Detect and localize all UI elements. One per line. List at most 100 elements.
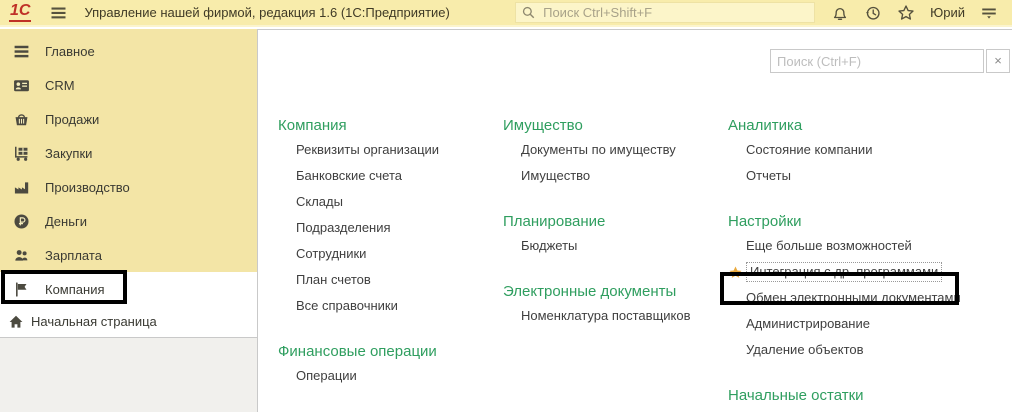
sidebar-item-label: Компания (45, 282, 105, 297)
sidebar-empty-area (0, 338, 257, 412)
sidebar-item-home[interactable]: Начальная страница (0, 306, 257, 338)
command-link[interactable]: Склады (278, 189, 483, 215)
sidebar-item-zarplata[interactable]: Зарплата (0, 238, 257, 272)
command-link-label: Все справочники (296, 298, 398, 313)
sections-panel: Главное CRM Продажи Закупки Производство День… (0, 29, 257, 412)
sidebar-item-kompaniya[interactable]: Компания (0, 272, 257, 306)
sidebar-item-proizvodstvo[interactable]: Производство (0, 170, 257, 204)
notifications-bell-icon[interactable] (831, 4, 849, 22)
section-search: × (770, 49, 1010, 73)
command-group: Начальные остатки (728, 385, 1012, 407)
favorites-star-icon[interactable] (897, 4, 915, 22)
sidebar-item-label: Закупки (45, 146, 92, 161)
command-link-label: Документы по имуществу (521, 142, 676, 157)
command-link-label: Сотрудники (296, 246, 366, 261)
commands-column-2: ИмуществоДокументы по имуществуИмущество… (503, 115, 715, 337)
command-link[interactable]: Документы по имуществу (503, 137, 715, 163)
search-icon (521, 5, 536, 20)
factory-icon (13, 179, 30, 196)
titlebar-actions: Юрий (831, 4, 998, 22)
app-window: 1С Управление нашей фирмой, редакция 1.6… (0, 0, 1012, 412)
sidebar-item-label: Зарплата (45, 248, 102, 263)
main-menu-icon[interactable] (49, 5, 68, 21)
sidebar-item-glavnoe[interactable]: Главное (0, 34, 257, 68)
basket-icon (13, 111, 30, 128)
command-group-title: Компания (278, 115, 483, 137)
command-link-label: Отчеты (746, 168, 791, 183)
command-group: Аналитика Состояние компании Отчеты (728, 115, 1012, 189)
command-link[interactable]: Отчеты (728, 163, 1012, 189)
command-link-label: Склады (296, 194, 343, 209)
sidebar-item-label: Производство (45, 180, 130, 195)
history-clock-icon[interactable] (864, 4, 882, 22)
sidebar-item-zakupki[interactable]: Закупки (0, 136, 257, 170)
close-search-button[interactable]: × (986, 49, 1010, 73)
home-icon (8, 314, 24, 330)
command-group-title: Аналитика (728, 115, 1012, 137)
command-link-label: Номенклатура поставщиков (521, 308, 691, 323)
commands-column-3: Аналитика Состояние компании Отчеты Настрой… (728, 115, 1012, 412)
commands-column-1: Компания Реквизиты организации Банковские … (278, 115, 483, 397)
command-link[interactable]: Бюджеты (503, 233, 715, 259)
command-link[interactable]: Все справочники (278, 293, 483, 319)
favorite-star-icon (728, 265, 743, 280)
sidebar-item-label: CRM (45, 78, 75, 93)
sidebar-item-label: Продажи (45, 112, 99, 127)
command-link[interactable]: Имущество (503, 163, 715, 189)
sections-list: Главное CRM Продажи Закупки Производство День… (0, 29, 257, 306)
command-link[interactable]: Еще больше возможностей (728, 233, 1012, 259)
command-link-label: Удаление объектов (746, 342, 864, 357)
sidebar-item-dengi[interactable]: Деньги (0, 204, 257, 238)
section-search-input[interactable] (770, 49, 984, 73)
command-link-label: План счетов (296, 272, 371, 287)
command-link[interactable]: Администрирование (728, 311, 1012, 337)
command-link[interactable]: Удаление объектов (728, 337, 1012, 363)
command-link-label: Состояние компании (746, 142, 872, 157)
crm-card-icon (13, 77, 30, 94)
global-search-box[interactable] (515, 2, 815, 23)
command-link[interactable]: Банковские счета (278, 163, 483, 189)
command-group: Компания Реквизиты организации Банковские … (278, 115, 483, 319)
command-link[interactable]: Обмен электронными документами (728, 285, 1012, 311)
command-link-label: Еще больше возможностей (746, 238, 912, 253)
command-group-title: Финансовые операции (278, 341, 483, 363)
command-link[interactable]: Сотрудники (278, 241, 483, 267)
global-search-input[interactable] (541, 4, 809, 21)
title-bar: 1С Управление нашей фирмой, редакция 1.6… (0, 0, 1012, 27)
command-link[interactable]: План счетов (278, 267, 483, 293)
flag-icon (13, 281, 30, 298)
sidebar-item-label: Начальная страница (31, 314, 157, 329)
command-link[interactable]: Реквизиты организации (278, 137, 483, 163)
command-link-label: Банковские счета (296, 168, 402, 183)
command-link-label: Интеграция с др. программами (746, 262, 942, 282)
command-group-title: Электронные документы (503, 281, 715, 303)
current-user-name[interactable]: Юрий (930, 5, 965, 20)
command-link-label: Реквизиты организации (296, 142, 439, 157)
command-group: НастройкиЕще больше возможностейИнтеграц… (728, 211, 1012, 363)
command-group-title: Имущество (503, 115, 715, 137)
command-link-integration[interactable]: Интеграция с др. программами (728, 259, 1012, 285)
cart-icon (13, 145, 30, 162)
ruble-coin-icon (13, 213, 30, 230)
window-title: Управление нашей фирмой, редакция 1.6 (1… (84, 5, 449, 20)
command-link[interactable]: Подразделения (278, 215, 483, 241)
command-group: Имущество Документы по имуществу Имущество (503, 115, 715, 189)
command-group-title: Планирование (503, 211, 715, 233)
sidebar-item-label: Деньги (45, 214, 87, 229)
command-link[interactable]: Операции (278, 363, 483, 389)
employees-icon (13, 247, 30, 264)
command-group: Планирование Бюджеты (503, 211, 715, 259)
command-link-label: Администрирование (746, 316, 870, 331)
sidebar-item-prodazhi[interactable]: Продажи (0, 102, 257, 136)
sidebar-item-crm[interactable]: CRM (0, 68, 257, 102)
command-link-label: Бюджеты (521, 238, 577, 253)
command-link[interactable]: Состояние компании (728, 137, 1012, 163)
command-link-label: Подразделения (296, 220, 391, 235)
1c-logo: 1С (9, 3, 31, 22)
command-group: Финансовые операции Операции (278, 341, 483, 389)
command-link-label: Операции (296, 368, 357, 383)
command-link[interactable]: Номенклатура поставщиков (503, 303, 715, 329)
command-link-label: Имущество (521, 168, 590, 183)
service-menu-icon[interactable] (980, 4, 998, 22)
command-group: Электронные документы Номенклатура постав… (503, 281, 715, 329)
